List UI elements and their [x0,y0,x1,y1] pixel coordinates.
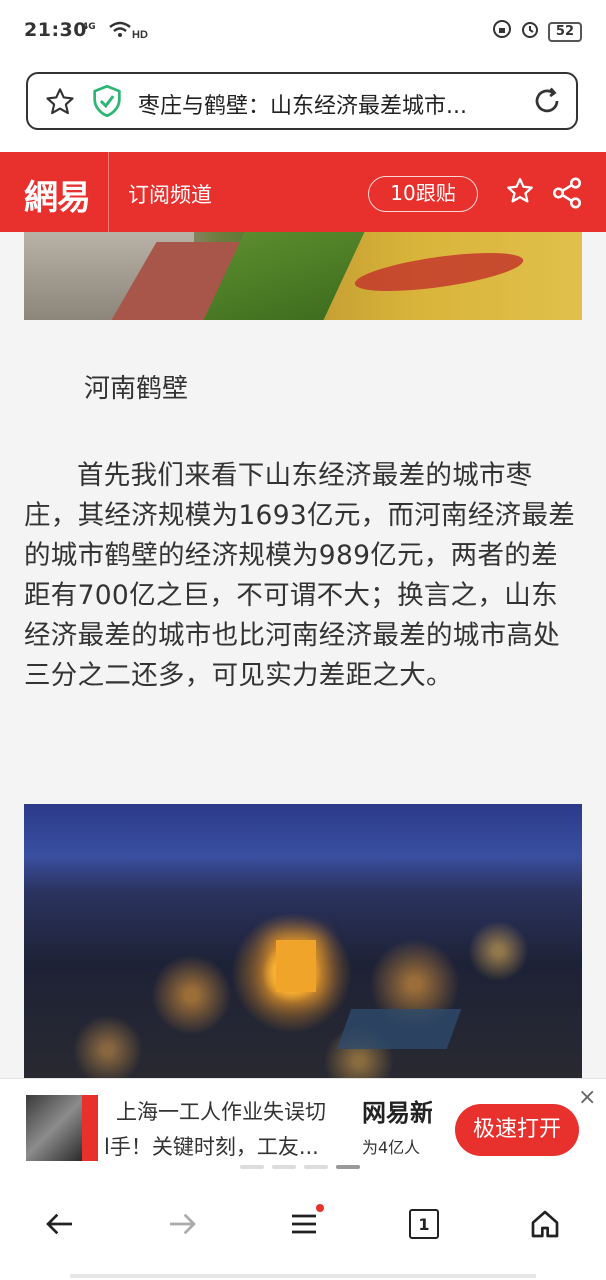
home-icon[interactable] [525,1204,565,1244]
carousel-dot [304,1165,328,1169]
photo-canal [336,1009,462,1049]
shield-check-icon[interactable] [92,84,122,121]
wifi-label: HD [132,29,148,41]
back-arrow-icon[interactable] [40,1204,80,1244]
tab-count: 1 [418,1214,430,1234]
carousel-dot [240,1165,264,1169]
ad-carousel-indicator [240,1165,360,1169]
lock-rotation-icon [492,19,512,44]
ad-brand: 网易新 [362,1099,432,1127]
article-paragraph: 首先我们来看下山东经济最差的城市枣庄，其经济规模为1693亿元，而河南经济最差的… [24,460,576,691]
comments-button[interactable]: 10跟贴 [368,176,478,212]
site-header: 網易 订阅频道 10跟贴 [0,152,606,232]
bookmark-star-icon[interactable] [44,86,76,122]
status-bar: 21:30 4G HD 52 [0,0,606,62]
subscribe-channel-link[interactable]: 订阅频道 [128,179,212,209]
alarm-icon [520,19,540,44]
browser-bottom-nav: 1 [0,1178,606,1280]
park-photo [24,232,582,320]
network-indicator: 4G [82,22,96,32]
tabs-icon[interactable]: 1 [404,1204,444,1244]
netease-logo[interactable]: 網易 [24,170,91,219]
status-time: 21:30 [24,19,87,41]
tabs-box: 1 [409,1209,439,1239]
ad-thumbnail[interactable] [26,1095,82,1161]
favorite-star-icon[interactable] [505,176,535,210]
gesture-hint-bar [70,1274,536,1278]
open-app-button[interactable]: 极速打开 [455,1104,579,1156]
reload-icon[interactable] [532,86,562,120]
ad-brand-sub: 为4亿人 [362,1138,421,1157]
carousel-dot-active [336,1165,360,1169]
ad-headline-2[interactable]: l手！关键时刻，工友... [104,1131,350,1161]
forward-arrow-icon[interactable] [162,1204,202,1244]
menu-icon[interactable] [284,1204,324,1244]
photo-lit-tower [276,940,316,992]
article-subheading: 河南鹤壁 [84,374,189,404]
city-night-photo [24,804,582,1078]
article-body[interactable]: 河南鹤壁 首先我们来看下山东经济最差的城市枣庄，其经济规模为1693亿元，而河南… [0,232,606,1078]
address-bar[interactable]: 枣庄与鹤壁：山东经济最差城市... [26,72,578,130]
ad-headline[interactable]: 上海一工人作业失误切 [116,1096,326,1126]
ad-thumbnail-logo [82,1095,98,1161]
address-page-title[interactable]: 枣庄与鹤壁：山东经济最差城市... [138,88,518,120]
app-promo-banner[interactable]: 上海一工人作业失误切 网易新 l手！关键时刻，工友... 为4亿人 极速打开 × [0,1078,606,1179]
share-icon[interactable] [550,176,584,214]
wifi-icon: HD [108,19,148,46]
battery-indicator: 52 [547,21,582,42]
photo-flowers [352,245,526,299]
carousel-dot [272,1165,296,1169]
notification-dot [316,1204,324,1212]
status-icons-right: 52 [492,19,582,44]
header-divider [108,152,109,232]
browser-toolbar: 枣庄与鹤壁：山东经济最差城市... [0,62,606,152]
close-ad-icon[interactable]: × [578,1085,596,1110]
